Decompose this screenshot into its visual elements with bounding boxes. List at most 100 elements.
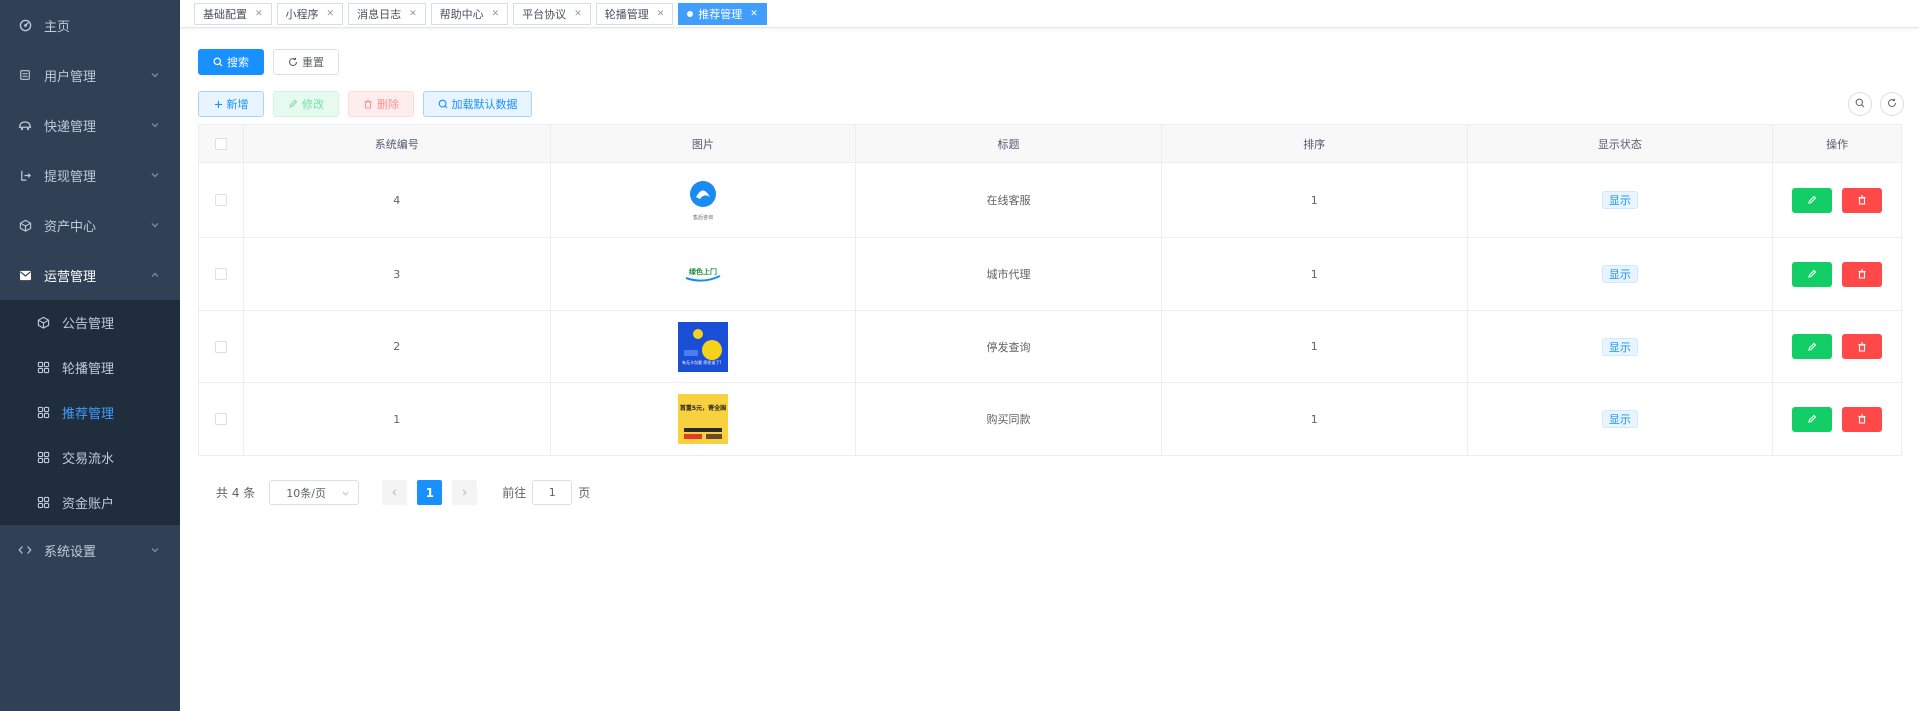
sidebar: 主页 用户管理 快递管理 提现管理 资产中心 运营管理 公告管理 轮播管理 推荐… [0, 0, 180, 711]
sidebar-item-operations[interactable]: 运营管理 [0, 250, 180, 300]
row-delete-button[interactable] [1842, 334, 1883, 359]
trash-icon [1858, 414, 1866, 424]
image-caption: 售后咨询 [693, 214, 713, 221]
actions-cell [1773, 238, 1901, 310]
customer-service-image: 售后咨询 [677, 175, 728, 225]
tag-carousel[interactable]: 轮播管理 ✕ [595, 2, 674, 25]
table-row[interactable]: 3 绿色上门 城市代理 1 显示 [199, 238, 1901, 311]
refresh-table-button[interactable] [1880, 92, 1904, 116]
row-delete-button[interactable] [1842, 406, 1883, 432]
row-select-cell [199, 163, 244, 237]
trash-icon [1858, 195, 1866, 205]
status-badge: 显示 [1601, 410, 1638, 428]
goto-page-input[interactable] [532, 480, 573, 505]
close-icon[interactable]: ✕ [492, 9, 500, 19]
close-icon[interactable]: ✕ [750, 9, 758, 19]
reset-button[interactable]: 重置 [273, 49, 339, 75]
edit-icon [288, 99, 298, 109]
status-badge: 显示 [1601, 337, 1638, 356]
toggle-search-button[interactable] [1848, 92, 1872, 116]
image-caption: 首重5元，寄全国 [680, 404, 726, 412]
grid-icon [36, 496, 50, 510]
tag-recommend[interactable]: 推荐管理 ✕ [678, 2, 767, 25]
pagination: 共 4 条 10条/页 1 前往 页 [216, 480, 590, 505]
load-default-data-button[interactable]: 加载默认数据 [423, 91, 532, 117]
pagination-total: 共 4 条 [216, 486, 256, 500]
page-size-select[interactable]: 10条/页 [269, 480, 360, 505]
image-caption: 有无卡包裹 停发谁了? [682, 359, 721, 365]
sidebar-item-settings[interactable]: 系统设置 [0, 525, 180, 575]
sidebar-item-assets[interactable]: 资产中心 [0, 200, 180, 250]
row-edit-button[interactable] [1792, 187, 1833, 213]
goto-suffix: 页 [578, 486, 591, 500]
title-cell: 在线客服 [856, 163, 1162, 237]
table-row[interactable]: 2 有无卡包裹 停发谁了? 停发查询 1 显示 [199, 311, 1901, 383]
tag-mini-program[interactable]: 小程序 ✕ [276, 2, 344, 25]
sort-cell: 1 [1162, 383, 1468, 455]
user-list-icon [18, 68, 32, 82]
row-checkbox[interactable] [214, 194, 227, 206]
trash-icon [1858, 269, 1866, 279]
sidebar-item-label: 主页 [44, 19, 71, 35]
sidebar-item-fund-accounts[interactable]: 资金账户 [0, 480, 180, 525]
page-number-button[interactable]: 1 [417, 480, 443, 505]
tag-message-log[interactable]: 消息日志 ✕ [348, 2, 426, 25]
sidebar-item-users[interactable]: 用户管理 [0, 50, 180, 100]
close-icon[interactable]: ✕ [574, 9, 582, 19]
sidebar-item-label: 运营管理 [44, 269, 97, 285]
sidebar-item-express[interactable]: 快递管理 [0, 100, 180, 150]
header-title: 标题 [856, 125, 1162, 162]
sidebar-item-recommend[interactable]: 推荐管理 [0, 390, 180, 435]
header-select-all-cell [199, 125, 244, 162]
search-button[interactable]: 搜索 [198, 49, 264, 75]
sort-cell: 1 [1162, 311, 1468, 382]
tag-label: 小程序 [285, 7, 319, 21]
table-row[interactable]: 4 售后咨询 在线客服 1 显示 [199, 163, 1901, 238]
tag-label: 基础配置 [203, 7, 247, 21]
next-page-button[interactable] [452, 480, 478, 505]
status-badge: 显示 [1601, 265, 1638, 283]
edit-button[interactable]: 修改 [273, 91, 339, 117]
tag-basic-config[interactable]: 基础配置 ✕ [194, 2, 272, 25]
close-icon[interactable]: ✕ [657, 9, 665, 19]
image-cell: 有无卡包裹 停发谁了? [551, 311, 857, 382]
row-checkbox[interactable] [214, 413, 227, 425]
row-edit-button[interactable] [1792, 334, 1833, 359]
row-checkbox[interactable] [214, 268, 227, 280]
close-icon[interactable]: ✕ [327, 9, 335, 19]
chevron-down-icon [151, 123, 159, 128]
close-icon[interactable]: ✕ [409, 9, 417, 19]
sidebar-item-announcements[interactable]: 公告管理 [0, 300, 180, 345]
operations-submenu: 公告管理 轮播管理 推荐管理 交易流水 资金账户 [0, 300, 180, 525]
tag-help-center[interactable]: 帮助中心 ✕ [430, 2, 509, 25]
goto-prefix: 前往 [502, 486, 527, 500]
load-default-data-label: 加载默认数据 [451, 98, 518, 111]
row-edit-button[interactable] [1792, 406, 1833, 432]
sidebar-item-withdraw[interactable]: 提现管理 [0, 150, 180, 200]
tag-platform-agreement[interactable]: 平台协议 ✕ [513, 2, 591, 25]
cube-icon [18, 218, 32, 232]
reset-button-label: 重置 [302, 56, 324, 69]
goto-page: 前往 页 [502, 480, 590, 505]
search-icon [1855, 97, 1865, 111]
sidebar-item-label: 系统设置 [44, 544, 97, 560]
row-delete-button[interactable] [1842, 261, 1883, 287]
sidebar-item-carousel[interactable]: 轮播管理 [0, 345, 180, 390]
row-edit-button[interactable] [1792, 261, 1833, 287]
row-checkbox[interactable] [214, 340, 227, 353]
sidebar-item-label: 用户管理 [44, 69, 97, 85]
title-cell: 停发查询 [856, 311, 1162, 382]
sidebar-item-home[interactable]: 主页 [0, 0, 180, 50]
grid-icon [36, 451, 50, 465]
add-button[interactable]: 新增 [198, 91, 264, 117]
row-delete-button[interactable] [1842, 187, 1883, 213]
prev-page-button[interactable] [382, 480, 408, 505]
sidebar-item-label: 快递管理 [44, 119, 97, 135]
sidebar-item-transactions[interactable]: 交易流水 [0, 435, 180, 480]
sidebar-item-label: 资金账户 [62, 497, 115, 512]
delete-button[interactable]: 删除 [348, 91, 414, 117]
select-all-checkbox[interactable] [214, 137, 227, 150]
table-row[interactable]: 1 首重5元，寄全国 购买同款 1 显示 [199, 383, 1901, 455]
tags-view: 基础配置 ✕ 小程序 ✕ 消息日志 ✕ 帮助中心 ✕ 平台协议 ✕ 轮播管理 ✕ 推荐管理 ✕ [180, 0, 1919, 28]
close-icon[interactable]: ✕ [255, 9, 263, 19]
